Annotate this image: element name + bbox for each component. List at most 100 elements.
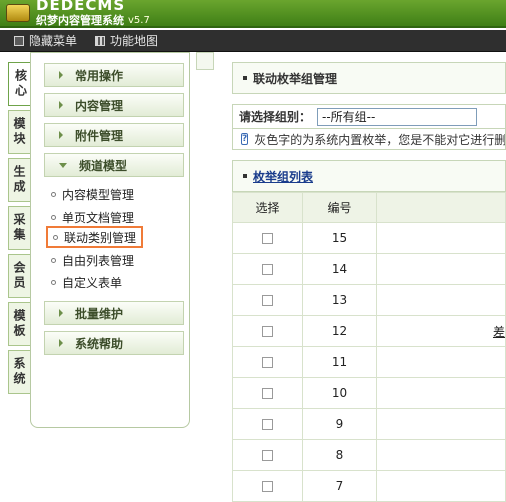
list-header: 枚举组列表 <box>232 160 506 192</box>
chevron-right-icon <box>59 131 63 139</box>
menu-label: 附件管理 <box>75 128 124 143</box>
bullet-icon <box>243 76 247 80</box>
bullet-icon <box>51 191 56 197</box>
submenu-custom-form[interactable]: 自定义表单 <box>51 273 122 291</box>
logo: DEDECMS 织梦内容管理系统 v5.7 <box>6 0 150 27</box>
note-text: 灰色字的为系统内置枚举，您是不能对它进行删除的 <box>254 132 506 147</box>
tab-modules[interactable]: 模块 <box>8 110 30 154</box>
bullet-icon <box>243 174 247 178</box>
menu-attachment-manage[interactable]: 附件管理 <box>44 123 184 147</box>
submenu-content-model[interactable]: 内容模型管理 <box>51 185 134 203</box>
hide-menu-icon <box>14 35 24 46</box>
menu-label: 常用操作 <box>75 68 124 83</box>
top-menubar: 隐藏菜单 功能地图 <box>0 30 506 52</box>
menu-system-help[interactable]: 系统帮助 <box>44 331 184 355</box>
table-row: 15 <box>232 222 506 254</box>
group-filter: 请选择组别： --所有组-- <box>232 104 506 128</box>
bullet-icon <box>53 234 58 240</box>
row-id: 12 <box>302 315 377 347</box>
table-row: 10 <box>232 377 506 409</box>
left-menu-panel: 常用操作 内容管理 附件管理 频道模型 内容模型管理 单页文档管理 联动类别管理… <box>30 52 190 428</box>
map-grid-icon <box>95 35 106 46</box>
row-checkbox[interactable] <box>262 388 273 399</box>
table-row: 9 <box>232 408 506 440</box>
table-row: 13 <box>232 284 506 316</box>
chevron-right-icon <box>59 71 63 79</box>
tab-collect[interactable]: 采集 <box>8 206 30 250</box>
frame-scroll-button[interactable] <box>196 52 214 70</box>
menu-content-manage[interactable]: 内容管理 <box>44 93 184 117</box>
row-checkbox[interactable] <box>262 295 273 306</box>
menu-label: 频道模型 <box>79 158 128 173</box>
submenu-label: 单页文档管理 <box>62 210 135 225</box>
row-checkbox[interactable] <box>262 233 273 244</box>
submenu-label: 自定义表单 <box>62 275 123 290</box>
row-id: 13 <box>302 284 377 316</box>
page-title-text: 联动枚举组管理 <box>253 71 338 86</box>
chevron-right-icon <box>59 309 63 317</box>
version-label: v5.7 <box>128 14 150 26</box>
chevron-down-icon <box>59 162 67 168</box>
bullet-icon <box>51 279 56 285</box>
submenu-label: 联动类别管理 <box>64 230 137 245</box>
group-select[interactable]: --所有组-- <box>317 107 478 126</box>
row-checkbox[interactable] <box>262 326 273 337</box>
submenu-free-list[interactable]: 自由列表管理 <box>51 251 134 269</box>
function-map-label: 功能地图 <box>110 34 159 48</box>
row-id: 9 <box>302 408 377 440</box>
tab-members[interactable]: 会员 <box>8 254 30 298</box>
page-title: 联动枚举组管理 <box>233 63 505 93</box>
row-checkbox[interactable] <box>262 450 273 461</box>
table-header-row: 选择 编号 <box>232 192 506 223</box>
brand-subtitle: 织梦内容管理系统 <box>36 14 124 27</box>
table-row: 8 <box>232 439 506 471</box>
table-row: 12 差 <box>232 315 506 347</box>
side-tabs: 核心 模块 生成 采集 会员 模板 系统 <box>8 62 33 398</box>
row-checkbox[interactable] <box>262 419 273 430</box>
menu-label: 内容管理 <box>75 98 124 113</box>
enum-group-table: 选择 编号 15 14 13 12 差 11 10 9 8 7 <box>232 192 506 502</box>
hide-menu-button[interactable]: 隐藏菜单 <box>14 32 77 49</box>
col-id: 编号 <box>302 192 377 223</box>
logo-mark-icon <box>6 4 30 22</box>
submenu-single-page[interactable]: 单页文档管理 <box>51 208 134 226</box>
filter-label: 请选择组别： <box>239 110 312 124</box>
submenu-label: 内容模型管理 <box>62 187 135 202</box>
page-header-box: 联动枚举组管理 <box>232 62 506 94</box>
info-note: ? 灰色字的为系统内置枚举，您是不能对它进行删除的 <box>232 128 506 150</box>
row-checkbox[interactable] <box>262 357 273 368</box>
table-row: 14 <box>232 253 506 285</box>
col-name <box>376 192 506 223</box>
row-id: 8 <box>302 439 377 471</box>
bullet-icon <box>51 257 56 263</box>
row-id: 7 <box>302 470 377 502</box>
col-select: 选择 <box>232 192 303 223</box>
brand-name: DEDECMS <box>36 0 126 14</box>
menu-channel-model[interactable]: 频道模型 <box>44 153 184 177</box>
row-id: 10 <box>302 377 377 409</box>
table-row: 11 <box>232 346 506 378</box>
row-checkbox[interactable] <box>262 481 273 492</box>
submenu-label: 自由列表管理 <box>62 253 135 268</box>
tab-templates[interactable]: 模板 <box>8 302 30 346</box>
chevron-right-icon <box>59 101 63 109</box>
table-row: 7 <box>232 470 506 502</box>
menu-label: 系统帮助 <box>75 336 124 351</box>
tab-system[interactable]: 系统 <box>8 350 30 394</box>
list-title-link[interactable]: 枚举组列表 <box>253 168 313 185</box>
row-id: 15 <box>302 222 377 254</box>
top-banner: DEDECMS 织梦内容管理系统 v5.7 <box>0 0 506 28</box>
group-select-value: --所有组-- <box>322 110 376 124</box>
menu-batch-maintain[interactable]: 批量维护 <box>44 301 184 325</box>
submenu-linkage-category[interactable]: 联动类别管理 <box>46 226 144 248</box>
tab-generate[interactable]: 生成 <box>8 158 30 202</box>
row-checkbox[interactable] <box>262 264 273 275</box>
hide-menu-label: 隐藏菜单 <box>29 34 78 48</box>
menu-common-ops[interactable]: 常用操作 <box>44 63 184 87</box>
row-name-link[interactable]: 差 <box>376 315 506 347</box>
main-content: 联动枚举组管理 请选择组别： --所有组-- ? 灰色字的为系统内置枚举，您是不… <box>232 62 506 502</box>
menu-label: 批量维护 <box>75 306 124 321</box>
help-icon: ? <box>241 133 249 145</box>
row-id: 14 <box>302 253 377 285</box>
function-map-button[interactable]: 功能地图 <box>95 32 158 49</box>
